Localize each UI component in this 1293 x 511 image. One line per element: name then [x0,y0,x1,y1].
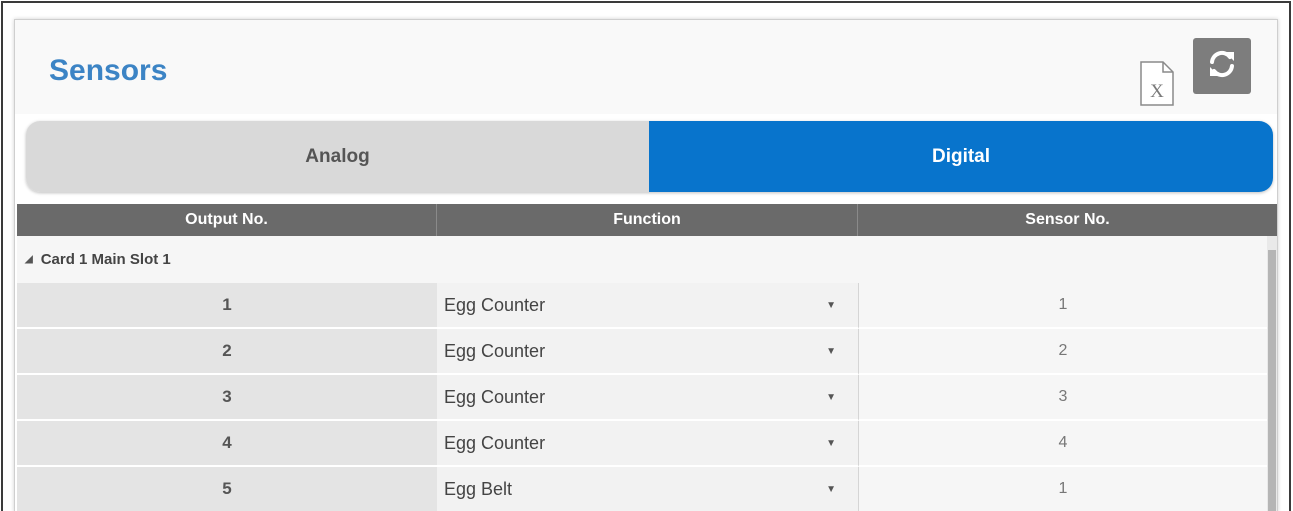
tab-digital[interactable]: Digital [649,121,1273,192]
sensor-number[interactable]: 4 [858,421,1267,467]
column-header-sensor: Sensor No. [1025,211,1110,228]
table-body: 1 Egg Counter ▼ 1 2 Egg Counter ▼ 2 3 Eg… [17,283,1267,511]
table-row: 4 Egg Counter ▼ 4 [17,421,1267,467]
table-row: 5 Egg Belt ▼ 1 [17,467,1267,511]
dropdown-caret-icon[interactable]: ▼ [826,484,836,495]
output-number: 5 [17,467,437,511]
sensor-number[interactable]: 1 [858,283,1267,329]
tab-analog[interactable]: Analog [26,121,649,192]
table-header: Output No. Function Sensor No. [17,204,1277,236]
dropdown-caret-icon[interactable]: ▼ [826,300,836,311]
collapse-triangle-icon[interactable]: ◢ [25,254,33,265]
table-row: 1 Egg Counter ▼ 1 [17,283,1267,329]
table-row: 2 Egg Counter ▼ 2 [17,329,1267,375]
output-number: 2 [17,329,437,375]
refresh-icon [1207,49,1237,84]
sensor-number[interactable]: 3 [858,375,1267,421]
page-title: Sensors [49,54,168,87]
refresh-button[interactable] [1193,38,1251,94]
function-value: Egg Counter [444,340,546,361]
output-number: 1 [17,283,437,329]
vertical-scrollbar[interactable] [1267,236,1277,511]
function-select[interactable]: Egg Counter ▼ [437,375,858,421]
table-row: 3 Egg Counter ▼ 3 [17,375,1267,421]
svg-text:X: X [1150,81,1164,102]
function-select[interactable]: Egg Belt ▼ [437,467,858,511]
function-value: Egg Counter [444,294,546,315]
sensors-panel: Sensors X Analog Digital Output No. Func… [14,19,1278,511]
function-value: Egg Counter [444,386,546,407]
sensor-number[interactable]: 1 [858,467,1267,511]
panel-header: Sensors X [15,20,1277,114]
screenshot-frame: Sensors X Analog Digital Output No. Func… [1,1,1291,511]
output-number: 3 [17,375,437,421]
column-header-output: Output No. [17,204,437,236]
sensors-table: Output No. Function Sensor No. ◢ Card 1 … [17,204,1277,511]
column-header-function: Function [437,204,858,236]
function-select[interactable]: Egg Counter ▼ [437,421,858,467]
excel-export-icon[interactable]: X [1139,61,1175,106]
scrollbar-thumb[interactable] [1268,250,1276,511]
function-select[interactable]: Egg Counter ▼ [437,283,858,329]
function-value: Egg Belt [444,478,513,499]
dropdown-caret-icon[interactable]: ▼ [826,346,836,357]
sensor-type-tabs: Analog Digital [26,121,1273,192]
group-label: Card 1 Main Slot 1 [40,251,171,268]
function-value: Egg Counter [444,432,546,453]
dropdown-caret-icon[interactable]: ▼ [826,392,836,403]
function-select[interactable]: Egg Counter ▼ [437,329,858,375]
output-number: 4 [17,421,437,467]
sensor-number[interactable]: 2 [858,329,1267,375]
group-row-card-1[interactable]: ◢ Card 1 Main Slot 1 [17,236,1267,283]
dropdown-caret-icon[interactable]: ▼ [826,438,836,449]
